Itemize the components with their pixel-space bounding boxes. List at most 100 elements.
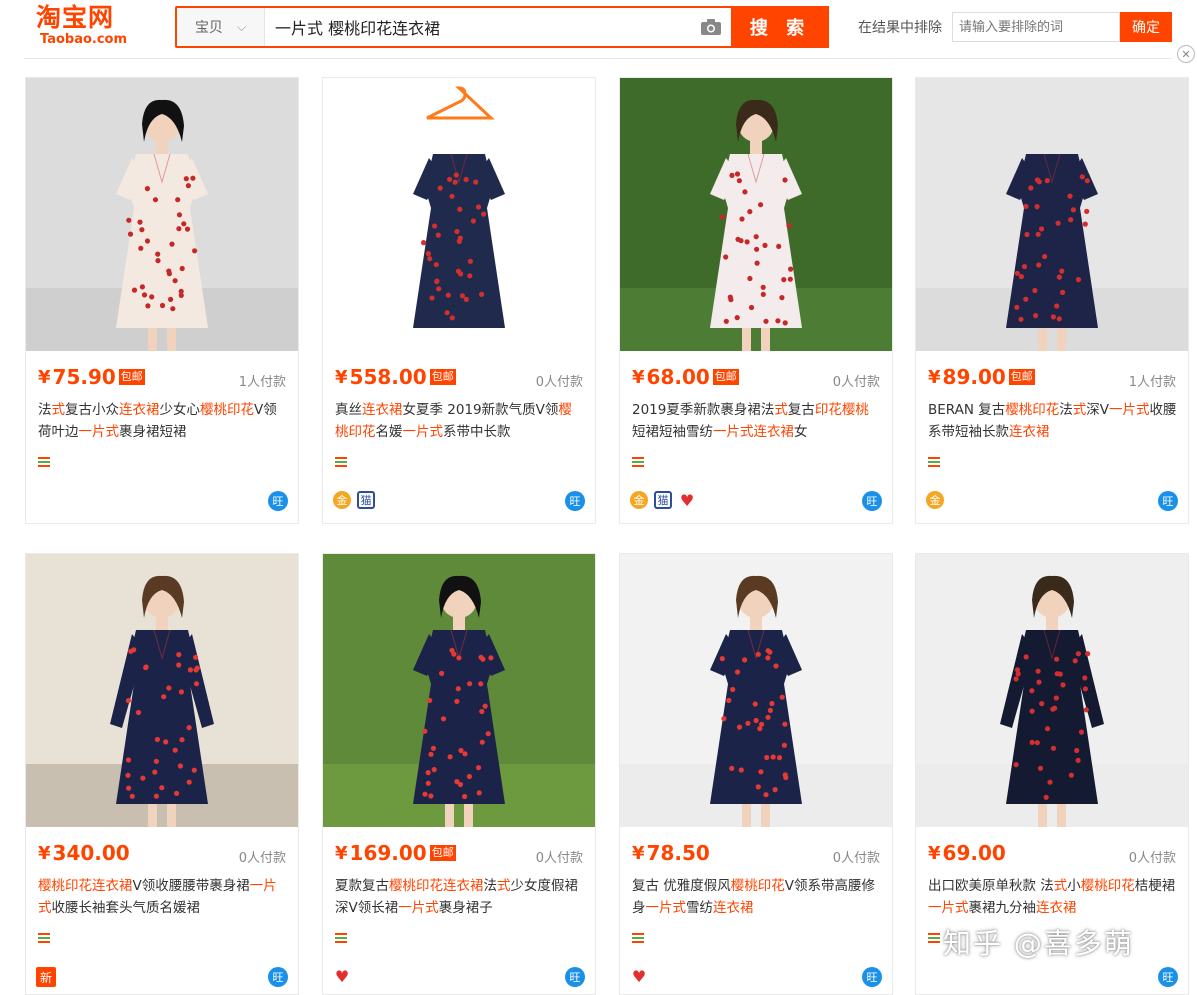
wangwang-chat-icon[interactable]: 旺 <box>565 967 585 987</box>
seller-level-icon[interactable] <box>38 933 50 947</box>
seller-level-icon[interactable] <box>632 933 644 947</box>
free-shipping-badge: 包邮 <box>429 845 456 861</box>
tmall-cat-icon[interactable]: 猫 <box>654 491 672 509</box>
product-photo[interactable] <box>916 554 1188 827</box>
keyword-highlight: 式 <box>774 402 788 418</box>
product-card[interactable]: ¥78.50 0人付款 复古 优雅度假风樱桃印花V领系带高腰修身一片式雪纺连衣裙 ♥ 旺 <box>619 553 893 995</box>
keyword-highlight: 樱桃印花 <box>200 402 254 418</box>
product-photo[interactable] <box>323 78 595 351</box>
product-title[interactable]: 复古 优雅度假风樱桃印花V领系带高腰修身一片式雪纺连衣裙 <box>632 875 882 919</box>
keyword-highlight: 一片式 <box>398 900 439 916</box>
search-button[interactable]: 搜 索 <box>731 6 829 48</box>
heart-icon[interactable]: ♥ <box>630 967 648 986</box>
product-title[interactable]: 2019夏季新款裹身裙法式复古印花樱桃短裙短袖雪纺一片式连衣裙女 <box>632 399 882 443</box>
product-photo[interactable] <box>620 78 892 351</box>
wangwang-chat-icon[interactable]: 旺 <box>862 967 882 987</box>
price-value: 75.90 <box>52 365 116 389</box>
product-info: ¥68.00 包邮 0人付款 2019夏季新款裹身裙法式复古印花樱桃短裙短袖雪纺一片式… <box>620 351 892 525</box>
exclude-confirm-button[interactable]: 确定 <box>1120 12 1172 42</box>
price-value: 340.00 <box>52 841 130 865</box>
free-shipping-badge: 包邮 <box>712 369 739 385</box>
product-title[interactable]: 夏款复古樱桃印花连衣裙法式少女度假裙深V领长裙一片式裹身裙子 <box>335 875 585 919</box>
product-image[interactable] <box>323 554 595 827</box>
keyword-highlight: 式 <box>1072 402 1087 418</box>
camera-icon[interactable] <box>691 8 731 46</box>
wangwang-chat-icon[interactable]: 旺 <box>268 967 288 987</box>
title-text: 出口欧美原单秋款 法 <box>928 878 1054 894</box>
product-card[interactable]: ¥68.00 包邮 0人付款 2019夏季新款裹身裙法式复古印花樱桃短裙短袖雪纺一片式… <box>619 77 893 524</box>
badge-row: 金 <box>926 491 944 509</box>
sales-count: 0人付款 <box>238 851 286 866</box>
product-card[interactable]: ¥340.00 0人付款樱桃印花连衣裙V领收腰腰带裹身裙一片式收腰长袖套头气质名媛… <box>25 553 299 995</box>
sales-count: 0人付款 <box>1128 851 1176 866</box>
heart-icon[interactable]: ♥ <box>333 967 351 986</box>
product-title[interactable]: 樱桃印花连衣裙V领收腰腰带裹身裙一片式收腰长袖套头气质名媛裙 <box>38 875 288 919</box>
product-photo[interactable] <box>323 554 595 827</box>
title-text: 裹裙九分袖 <box>968 900 1037 916</box>
gold-medal-icon[interactable]: 金 <box>630 491 648 509</box>
new-icon[interactable]: 新 <box>36 967 56 987</box>
title-text: V领收腰腰带裹身裙 <box>132 878 250 894</box>
exclude-input[interactable] <box>952 12 1120 42</box>
product-image[interactable] <box>323 78 595 351</box>
wangwang-chat-icon[interactable]: 旺 <box>1158 491 1178 511</box>
close-icon[interactable]: ✕ <box>1177 45 1195 63</box>
seller-level-icon[interactable] <box>38 457 50 471</box>
seller-level-icon[interactable] <box>632 457 644 471</box>
wangwang-chat-icon[interactable]: 旺 <box>862 491 882 511</box>
product-title[interactable]: 真丝连衣裙女夏季 2019新款气质V领樱桃印花名媛一片式系带中长款 <box>335 399 585 443</box>
price: ¥169.00 包邮 <box>335 841 456 865</box>
wangwang-chat-icon[interactable]: 旺 <box>268 491 288 511</box>
currency-symbol: ¥ <box>38 842 51 864</box>
product-image[interactable] <box>916 78 1188 351</box>
product-image[interactable] <box>620 554 892 827</box>
sales-count: 1人付款 <box>1128 375 1176 390</box>
title-text: 复古 优雅度假风 <box>632 878 731 894</box>
title-text: 小 <box>1067 878 1081 894</box>
search-input[interactable] <box>265 8 691 46</box>
product-image[interactable] <box>916 554 1188 827</box>
category-label: 宝贝 <box>194 20 223 36</box>
category-select[interactable]: 宝贝 ⌵ <box>177 8 265 46</box>
price-value: 78.50 <box>646 841 710 865</box>
gold-medal-icon[interactable]: 金 <box>333 491 351 509</box>
seller-level-icon[interactable] <box>335 933 347 947</box>
seller-level-icon[interactable] <box>928 933 940 947</box>
product-card[interactable]: ¥558.00 包邮 0人付款 真丝连衣裙女夏季 2019新款气质V领樱桃印花名媛一片… <box>322 77 596 524</box>
product-photo[interactable] <box>916 78 1188 351</box>
product-photo[interactable] <box>26 554 298 827</box>
keyword-highlight: 连衣裙 <box>713 900 754 916</box>
wangwang-chat-icon[interactable]: 旺 <box>565 491 585 511</box>
keyword-highlight: 一片式 <box>645 900 687 916</box>
heart-icon[interactable]: ♥ <box>678 491 696 510</box>
keyword-highlight: 连衣裙 <box>362 402 403 418</box>
title-text: 裹身裙子 <box>438 900 493 916</box>
product-title[interactable]: 法式复古小众连衣裙少女心樱桃印花V领荷叶边一片式裹身裙短裙 <box>38 399 288 443</box>
seller-level-icon[interactable] <box>928 457 940 471</box>
top-bar: 淘宝网 Taobao.com 宝贝 ⌵ 搜 索 在结果中排除 确定 <box>0 0 1197 60</box>
tmall-cat-icon[interactable]: 猫 <box>357 491 375 509</box>
title-text: 法 <box>1059 402 1073 418</box>
seller-level-icon[interactable] <box>335 457 347 471</box>
product-title[interactable]: 出口欧美原单秋款 法式小樱桃印花桔梗裙一片式裹裙九分袖连衣裙 <box>928 875 1178 919</box>
price: ¥340.00 <box>38 841 130 865</box>
product-title[interactable]: BERAN 复古樱桃印花法式深V一片式收腰系带短袖长款连衣裙 <box>928 399 1178 443</box>
product-card[interactable]: ¥169.00 包邮 0人付款 夏款复古樱桃印花连衣裙法式少女度假裙深V领长裙一片式裹… <box>322 553 596 995</box>
product-info: ¥69.00 0人付款 出口欧美原单秋款 法式小樱桃印花桔梗裙一片式裹裙九分袖连衣裙… <box>916 827 1188 995</box>
keyword-highlight: 一片式 <box>1109 402 1150 418</box>
product-image[interactable] <box>26 554 298 827</box>
taobao-logo[interactable]: 淘宝网 Taobao.com <box>36 4 146 52</box>
product-photo[interactable] <box>620 554 892 827</box>
currency-symbol: ¥ <box>632 366 645 388</box>
title-text: 收腰长袖套头气质名媛裙 <box>51 900 201 916</box>
wangwang-chat-icon[interactable]: 旺 <box>1158 967 1178 987</box>
price: ¥558.00 包邮 <box>335 365 456 389</box>
product-card[interactable]: ¥89.00 包邮 1人付款 BERAN 复古樱桃印花法式深V一片式收腰系带短袖长款连… <box>915 77 1189 524</box>
product-image[interactable] <box>26 78 298 351</box>
gold-medal-icon[interactable]: 金 <box>926 491 944 509</box>
title-text: 雪纺 <box>686 900 713 916</box>
product-image[interactable] <box>620 78 892 351</box>
product-photo[interactable] <box>26 78 298 351</box>
product-card[interactable]: ¥75.90 包邮 1人付款 法式复古小众连衣裙少女心樱桃印花V领荷叶边一片式裹身裙短… <box>25 77 299 524</box>
title-text: 名媛 <box>375 424 403 440</box>
